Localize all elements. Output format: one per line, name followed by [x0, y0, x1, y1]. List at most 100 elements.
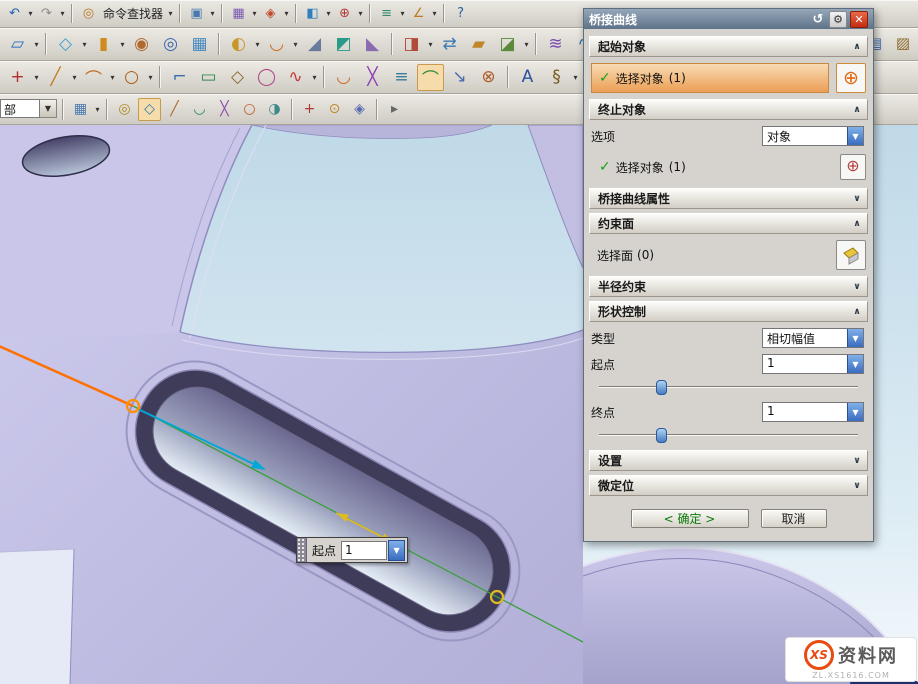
text-icon[interactable]: A: [514, 64, 541, 91]
offset-curve-icon[interactable]: ≡: [388, 64, 415, 91]
undo-dropdown-arrow[interactable]: ▾: [26, 9, 35, 18]
chevron-down-icon[interactable]: ▼: [388, 540, 405, 561]
snap-arc-center-icon[interactable]: ○: [238, 98, 261, 121]
drag-grip-icon[interactable]: [297, 538, 307, 562]
snap-point-on-curve-icon[interactable]: ⊙: [323, 98, 346, 121]
start-magnitude-slider[interactable]: [599, 380, 858, 394]
chevron-down-icon[interactable]: ∨: [849, 481, 865, 491]
mini-start-value-input[interactable]: 1: [341, 541, 387, 560]
unite-icon[interactable]: ◐: [225, 31, 252, 58]
chamfer-icon[interactable]: ◢: [301, 31, 328, 58]
redo-icon[interactable]: ↷: [36, 3, 57, 24]
trim-body-icon[interactable]: ◨: [398, 31, 425, 58]
work-layer-icon[interactable]: ≡: [376, 3, 397, 24]
trim-body-dropdown-arrow[interactable]: ▾: [426, 40, 435, 49]
onscreen-input-box[interactable]: 起点 1 ▼: [296, 537, 408, 563]
dialog-titlebar[interactable]: 桥接曲线 ↺ ⚙ ✕: [584, 9, 873, 29]
selection-filter-icon[interactable]: ▦: [228, 3, 249, 24]
chevron-up-icon[interactable]: ∧: [849, 307, 865, 317]
sketch-icon[interactable]: ▱: [4, 31, 31, 58]
selection-more-icon[interactable]: ▸: [383, 98, 406, 121]
datum-csys-icon[interactable]: ⊕: [334, 3, 355, 24]
arc-dropdown-arrow[interactable]: ▾: [108, 73, 117, 82]
start-slider-handle[interactable]: [656, 380, 667, 395]
end-object-pick-button[interactable]: ⊕: [840, 154, 866, 180]
start-select-object[interactable]: ✓ 选择对象 (1): [591, 63, 829, 93]
touch-mode-icon[interactable]: ▣: [186, 3, 207, 24]
datum-plane-dropdown-arrow[interactable]: ▾: [80, 40, 89, 49]
chevron-down-icon[interactable]: ∨: [849, 194, 865, 204]
chevron-up-icon[interactable]: ∧: [849, 219, 865, 229]
highlight-icon[interactable]: ◎: [113, 98, 136, 121]
snap-point-dropdown-arrow[interactable]: ▾: [282, 9, 291, 18]
studio-spline-dropdown-arrow[interactable]: ▾: [310, 73, 319, 82]
snap-existing-point-icon[interactable]: +: [298, 98, 321, 121]
touch-mode-dropdown-arrow[interactable]: ▾: [208, 9, 217, 18]
start-magnitude-input[interactable]: 1 ▼: [762, 354, 864, 374]
polygon-icon[interactable]: ◇: [224, 64, 251, 91]
redo-dropdown-arrow[interactable]: ▾: [58, 9, 67, 18]
ellipse-icon[interactable]: ◯: [253, 64, 280, 91]
chevron-up-icon[interactable]: ∧: [849, 105, 865, 115]
extrude-dropdown-arrow[interactable]: ▾: [118, 40, 127, 49]
circle-dropdown-arrow[interactable]: ▾: [146, 73, 155, 82]
chevron-down-icon[interactable]: ▼: [40, 99, 57, 118]
view-layer-icon[interactable]: ▨: [891, 31, 915, 55]
project-curve-icon[interactable]: ↘: [446, 64, 473, 91]
section-start-object[interactable]: 起始对象 ∧: [589, 36, 868, 57]
rectangle-icon[interactable]: ▭: [195, 64, 222, 91]
measure-dropdown-arrow[interactable]: ▾: [430, 9, 439, 18]
snap-point-toggle-icon[interactable]: ◇: [138, 98, 161, 121]
selection-scope-value[interactable]: 部: [0, 99, 40, 118]
revolve-icon[interactable]: ◉: [128, 31, 155, 58]
section-shape-control[interactable]: 形状控制 ∧: [589, 301, 868, 322]
snap-quadrant-icon[interactable]: ◑: [263, 98, 286, 121]
datum-plane-icon[interactable]: ◇: [52, 31, 79, 58]
line-dropdown-arrow[interactable]: ▾: [70, 73, 79, 82]
snap-point-icon[interactable]: ◈: [260, 3, 281, 24]
snap-end-point-icon[interactable]: ╱: [163, 98, 186, 121]
edge-blend-icon[interactable]: ◡: [263, 31, 290, 58]
arc-icon[interactable]: ⌒: [80, 64, 107, 91]
work-layer-dropdown-arrow[interactable]: ▾: [398, 9, 407, 18]
selection-filter-dropdown-arrow[interactable]: ▾: [250, 9, 259, 18]
helix-icon[interactable]: §: [543, 64, 570, 91]
section-settings[interactable]: 设置 ∨: [589, 450, 868, 471]
chevron-down-icon[interactable]: ▼: [847, 403, 863, 421]
command-finder-label[interactable]: 命令查找器: [103, 5, 163, 22]
trim-curve-icon[interactable]: ╳: [359, 64, 386, 91]
extrude-icon[interactable]: ▮: [90, 31, 117, 58]
chevron-down-icon[interactable]: ▼: [847, 355, 863, 373]
undo-icon[interactable]: ↶: [4, 3, 25, 24]
general-selection-dropdown-arrow[interactable]: ▾: [93, 105, 102, 114]
edge-blend-dropdown-arrow[interactable]: ▾: [291, 40, 300, 49]
sync-modeling-dropdown-arrow[interactable]: ▾: [522, 40, 531, 49]
dialog-settings-gear-icon[interactable]: ⚙: [829, 11, 847, 28]
studio-spline-icon[interactable]: ∿: [282, 64, 309, 91]
pattern-feature-icon[interactable]: ▦: [186, 31, 213, 58]
part-bottom-left-face[interactable]: [0, 549, 74, 684]
measure-icon[interactable]: ∠: [408, 3, 429, 24]
end-select-object[interactable]: ✓ 选择对象 (1): [591, 152, 833, 182]
end-slider-handle[interactable]: [656, 428, 667, 443]
snap-mid-point-icon[interactable]: ◡: [188, 98, 211, 121]
view-window-dropdown-arrow[interactable]: ▾: [324, 9, 333, 18]
start-magnitude-value[interactable]: 1: [763, 355, 847, 373]
general-selection-icon[interactable]: ▦: [69, 98, 92, 121]
snap-intersection-icon[interactable]: ╳: [213, 98, 236, 121]
shell-icon[interactable]: ◩: [330, 31, 357, 58]
end-magnitude-slider[interactable]: [599, 428, 858, 442]
reset-icon[interactable]: ↺: [810, 12, 826, 27]
chevron-down-icon[interactable]: ▼: [847, 329, 863, 347]
helix-dropdown-arrow[interactable]: ▾: [571, 73, 580, 82]
offset-face-icon[interactable]: ▰: [465, 31, 492, 58]
intersection-curve-icon[interactable]: ⊗: [475, 64, 502, 91]
line-icon[interactable]: ╱: [42, 64, 69, 91]
chevron-up-icon[interactable]: ∧: [849, 42, 865, 52]
chevron-down-icon[interactable]: ▼: [847, 127, 863, 145]
move-face-icon[interactable]: ⇄: [436, 31, 463, 58]
end-option-combo[interactable]: 对象 ▼: [762, 126, 864, 146]
help-icon[interactable]: ?: [450, 3, 471, 24]
chevron-down-icon[interactable]: ∨: [849, 282, 865, 292]
cancel-button[interactable]: 取消: [761, 509, 827, 528]
